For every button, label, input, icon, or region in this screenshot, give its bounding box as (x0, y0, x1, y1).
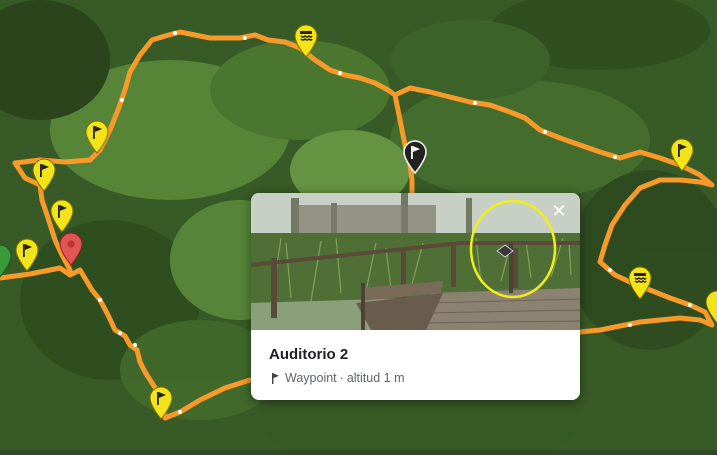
waypoint-pin[interactable] (704, 290, 717, 324)
waypoint-pin[interactable] (84, 120, 110, 154)
waypoint-pin[interactable] (669, 138, 695, 172)
start-pin[interactable] (58, 232, 84, 266)
waypoint-pin[interactable] (148, 386, 174, 420)
waypoint-altitude: altitud 1 m (346, 371, 405, 385)
waypoint-pin-waterfall[interactable] (627, 266, 653, 300)
waypoint-pin-waterfall[interactable] (293, 24, 319, 58)
close-icon[interactable]: ✕ (550, 203, 568, 221)
selected-waypoint-pin[interactable] (402, 140, 428, 175)
waypoint-pin[interactable] (49, 199, 75, 233)
end-pin[interactable] (0, 244, 13, 278)
flag-icon (269, 372, 282, 385)
waypoint-popup[interactable]: ✕ Auditorio 2 Waypoint · altitud 1 m (251, 193, 580, 400)
waypoint-pin[interactable] (31, 158, 57, 192)
waypoint-photo[interactable]: ✕ (251, 193, 580, 330)
waypoint-pin[interactable] (14, 238, 40, 272)
separator: · (339, 371, 344, 385)
waypoint-title: Auditorio 2 (269, 346, 349, 363)
waypoint-subtitle: Waypoint · altitud 1 m (269, 371, 405, 385)
photo-image (251, 193, 580, 330)
waypoint-type: Waypoint (285, 371, 337, 385)
popup-body: Auditorio 2 Waypoint · altitud 1 m (251, 330, 580, 400)
